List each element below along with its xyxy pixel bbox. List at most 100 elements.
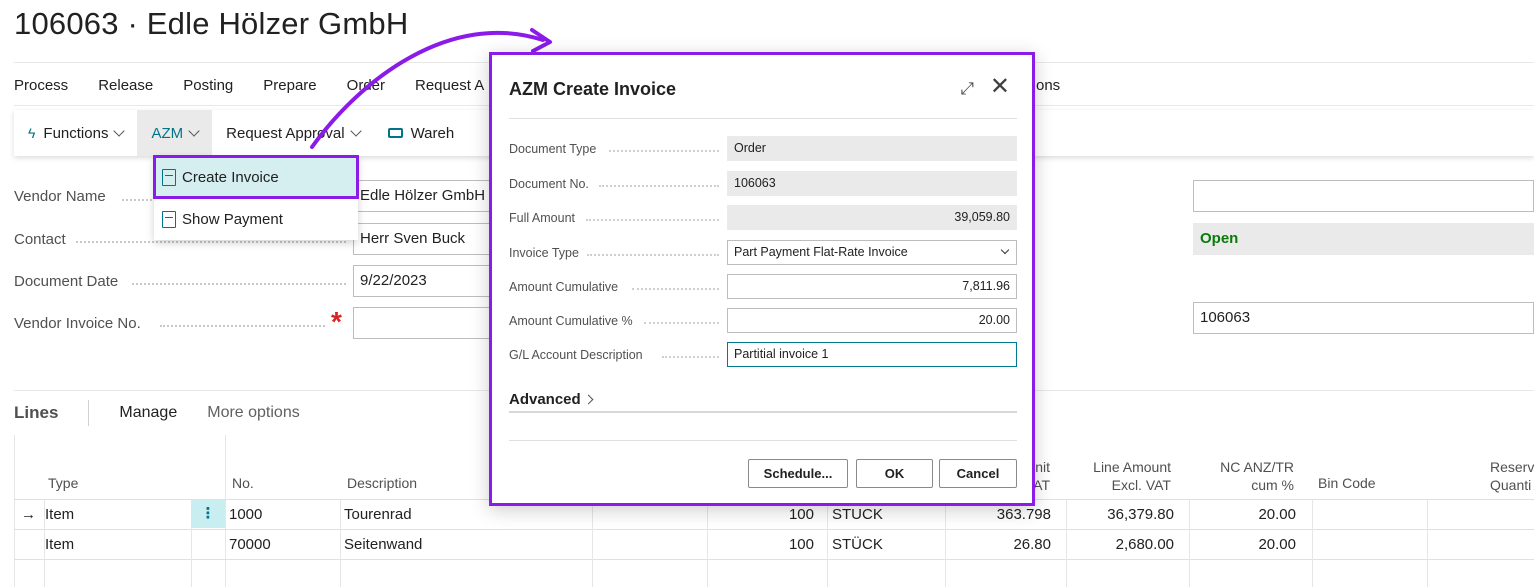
label-leader [160,325,325,327]
status-field: Open [1193,223,1534,255]
header-description[interactable]: Description [347,475,417,491]
amount-cumulative-pct-field[interactable]: 20.00 [727,308,1017,333]
label-leader [609,150,719,152]
cell-nc-anz-tr[interactable]: 20.00 [1194,536,1296,553]
cell-type[interactable]: Item [45,536,74,553]
lines-more-options-button[interactable]: More options [207,404,300,422]
menu-item-show-payment[interactable]: Show Payment [154,198,358,240]
column-divider [1066,499,1067,587]
row-selected-arrow-icon: → [21,506,36,523]
lines-title: Lines [14,403,59,422]
required-indicator: * [331,306,342,337]
header-nc-1[interactable]: NC ANZ/TR [1194,459,1294,475]
header-type[interactable]: Type [48,475,78,491]
header-no[interactable]: No. [232,475,254,491]
document-date-field[interactable]: 9/22/2023 [353,265,493,297]
ok-button[interactable]: OK [856,459,933,488]
amount-cumulative-pct-label: Amount Cumulative % [509,314,633,328]
menu-item-create-invoice[interactable]: Create Invoice [153,155,359,199]
functions-menu-button[interactable]: ϟ Functions [14,110,137,156]
right-input-field[interactable] [1193,180,1534,212]
cell-unit[interactable]: STUCK [832,506,883,523]
amount-cumulative-field[interactable]: 7,811.96 [727,274,1017,299]
advanced-divider [509,411,1017,413]
cell-line-amount[interactable]: 36,379.80 [1074,506,1174,523]
chevron-down-icon [188,124,200,137]
close-icon[interactable]: ✕ [990,75,1010,99]
cell-nc-anz-tr[interactable]: 20.00 [1194,506,1296,523]
dialog-divider [509,118,1017,119]
document-no-label: Document No. [509,177,589,191]
gl-account-description-field[interactable]: Partitial invoice 1 [727,342,1017,367]
full-amount-label: Full Amount [509,211,576,225]
column-divider [1312,499,1313,587]
cell-quantity[interactable]: 100 [714,506,814,523]
label-leader [586,219,719,221]
label-leader [632,288,719,290]
action-posting[interactable]: Posting [183,73,233,99]
header-nc-2[interactable]: cum % [1194,477,1294,493]
row-divider [14,559,1534,560]
vendor-invoice-no-label: Vendor Invoice No. [14,315,141,332]
cell-description[interactable]: Tourenrad [344,506,412,523]
document-type-label: Document Type [509,142,597,156]
lightning-icon: ϟ [28,125,36,141]
vendor-name-label: Vendor Name [14,188,106,205]
column-divider [340,499,341,587]
column-divider [225,435,226,587]
row-menu-button[interactable]: ⋮ [191,500,225,528]
column-divider [945,499,946,587]
cell-no[interactable]: 1000 [229,506,262,523]
contact-field[interactable]: Herr Sven Buck [353,223,493,255]
label-leader [599,185,719,187]
chevron-right-icon [583,394,594,405]
invoice-type-select[interactable]: Part Payment Flat-Rate Invoice [727,240,1017,265]
header-line-amount-1[interactable]: Line Amount [1064,459,1171,475]
azm-label: AZM [151,124,184,142]
amount-cumulative-label: Amount Cumulative [509,280,619,294]
label-leader [132,283,346,285]
column-divider [592,499,593,587]
label-leader [76,241,346,243]
cell-quantity[interactable]: 100 [714,536,814,553]
azm-menu-button[interactable]: AZM [137,110,213,156]
header-reserved-2[interactable]: Quanti [1490,477,1531,493]
invoice-type-label: Invoice Type [509,246,579,260]
gl-account-description-label: G/L Account Description [509,348,643,362]
cancel-button[interactable]: Cancel [939,459,1017,488]
cell-unit[interactable]: STÜCK [832,536,883,553]
action-release[interactable]: Release [98,73,153,99]
row-divider [14,529,1534,530]
column-divider [707,499,708,587]
expand-icon[interactable]: ⤢ [960,79,974,99]
show-payment-label: Show Payment [182,210,283,228]
cell-line-amount[interactable]: 2,680.00 [1074,536,1174,553]
column-divider [1189,499,1190,587]
create-invoice-label: Create Invoice [182,168,279,186]
cell-unit-price[interactable]: 363.798 [954,506,1051,523]
invoice-icon [162,168,176,186]
create-invoice-dialog: AZM Create Invoice ⤢ ✕ Document Type Ord… [489,52,1035,506]
cell-unit-price[interactable]: 26.80 [954,536,1051,553]
vendor-invoice-no-field[interactable] [353,307,493,339]
schedule-button[interactable]: Schedule... [748,459,848,488]
header-bin-code[interactable]: Bin Code [1318,475,1376,491]
document-type-field: Order [727,136,1017,161]
column-divider [14,435,15,587]
document-no-field[interactable]: 106063 [1193,302,1534,334]
action-more-options[interactable]: ons [1036,73,1060,99]
cell-no[interactable]: 70000 [229,536,271,553]
advanced-toggle[interactable]: Advanced [509,391,594,408]
cell-description[interactable]: Seitenwand [344,536,422,553]
lines-manage-button[interactable]: Manage [119,404,177,422]
action-process[interactable]: Process [14,73,68,99]
header-line-amount-2[interactable]: Excl. VAT [1064,477,1171,493]
vendor-name-field[interactable]: Edle Hölzer GmbH [353,180,493,212]
cell-type[interactable]: Item [45,506,74,523]
status-value: Open [1200,230,1239,247]
document-icon [162,210,176,228]
azm-dropdown-menu: Create Invoice Show Payment [153,155,359,240]
header-reserved-1[interactable]: Reserve [1490,459,1534,475]
dialog-title: AZM Create Invoice [509,79,677,99]
lines-header: Lines Manage More options [14,400,330,426]
